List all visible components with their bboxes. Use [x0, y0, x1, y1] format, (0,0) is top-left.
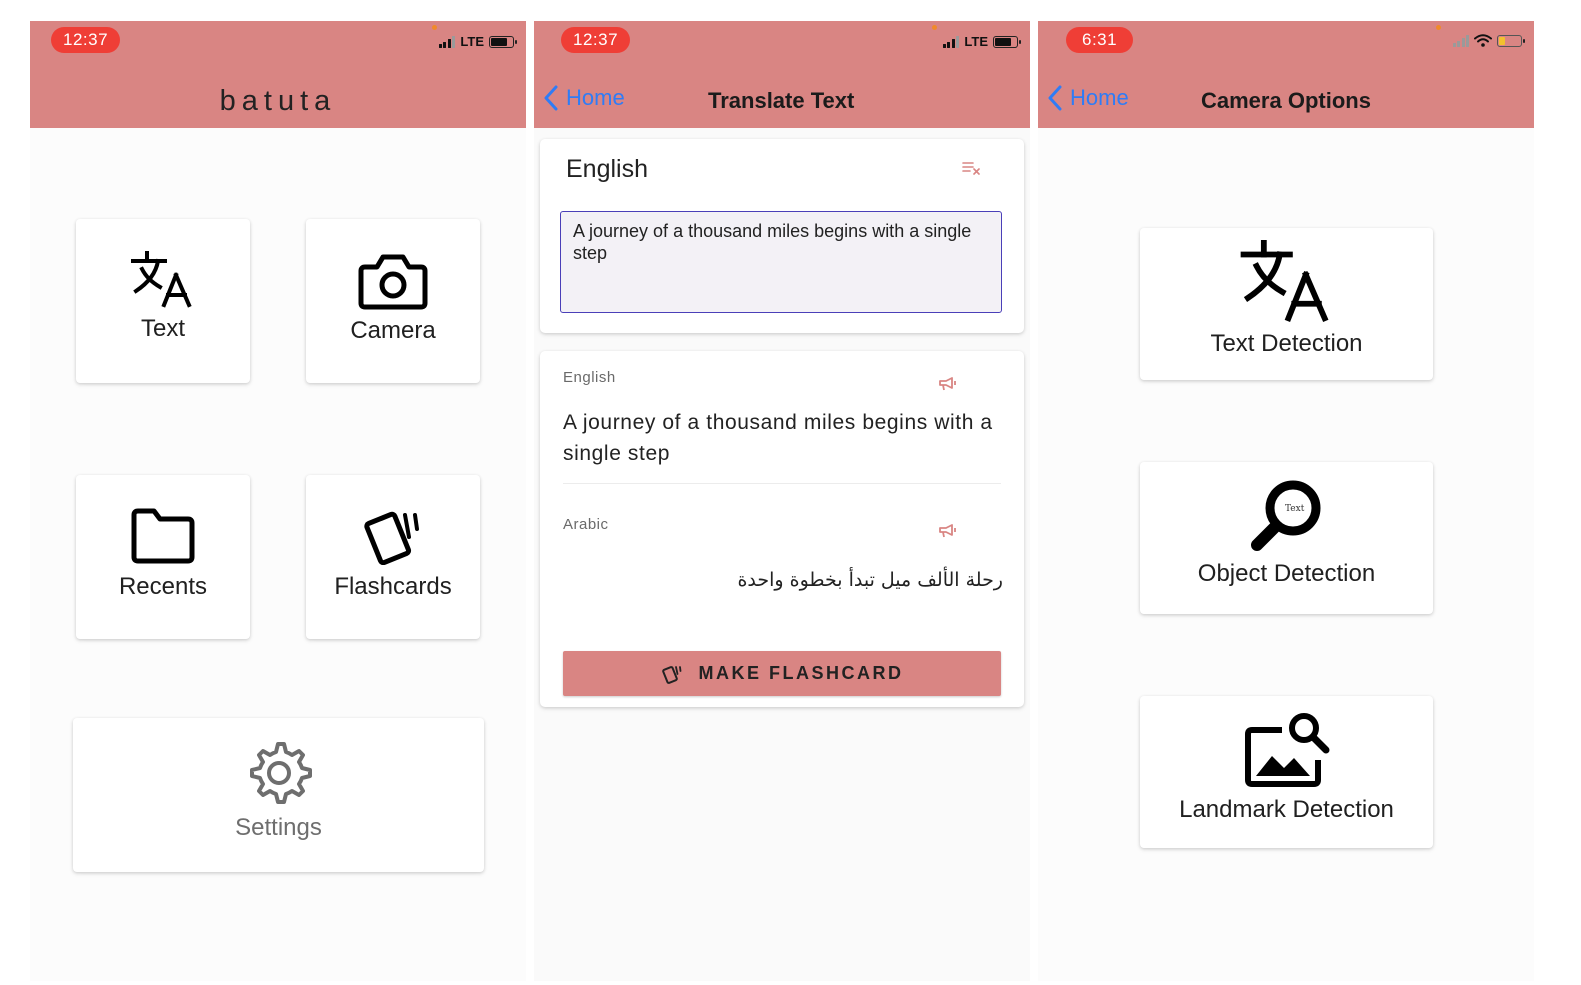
back-label: Home	[1070, 85, 1129, 110]
status-indicators	[1452, 34, 1525, 47]
wifi-icon	[1474, 34, 1492, 47]
object-detection-label: Object Detection	[1197, 560, 1376, 587]
speaker-icon[interactable]	[938, 377, 958, 391]
camera-options-screen: 6:31 Home Camera Options Text Detection …	[1038, 21, 1534, 981]
recents-tile-label: Recents	[118, 573, 208, 600]
speaker-icon[interactable]	[938, 524, 958, 538]
text-tile[interactable]: Text	[76, 219, 250, 383]
camera-tile[interactable]: Camera	[306, 219, 480, 383]
recents-tile[interactable]: Recents	[76, 475, 250, 639]
translate-icon	[1240, 240, 1328, 323]
privacy-dot	[1436, 25, 1441, 30]
source-language-label: English	[563, 369, 616, 386]
privacy-dot	[432, 25, 437, 30]
flashcards-icon	[364, 511, 419, 565]
make-flashcard-label: MAKE FLASHCARD	[698, 663, 904, 683]
folder-icon	[131, 508, 195, 564]
status-indicators: LTE	[942, 34, 1021, 49]
signal-icon	[1452, 34, 1469, 47]
app-header: 12:37 LTE batuta	[30, 21, 526, 128]
back-button[interactable]: Home	[544, 85, 625, 111]
gear-icon	[249, 742, 312, 804]
back-button[interactable]: Home	[1048, 85, 1129, 111]
signal-icon	[438, 35, 456, 48]
flashcards-icon	[661, 665, 681, 684]
translated-text: رحلة الألف ميل تبدأ بخطوة واحدة	[737, 569, 1003, 591]
settings-tile[interactable]: Settings	[73, 718, 484, 872]
status-time: 6:31	[1066, 27, 1134, 53]
image-search-icon	[1244, 713, 1329, 787]
magnifier-icon: Text	[1250, 480, 1320, 551]
object-detection-option[interactable]: Text Object Detection	[1140, 462, 1433, 614]
input-language[interactable]: English	[566, 155, 648, 184]
status-time: 12:37	[561, 27, 631, 53]
battery-icon	[489, 35, 517, 48]
source-text: A journey of a thousand miles begins wit…	[563, 411, 993, 465]
chevron-left-icon	[1048, 85, 1062, 111]
camera-icon	[358, 254, 428, 310]
text-detection-option[interactable]: Text Detection	[1140, 228, 1433, 380]
settings-tile-label: Settings	[235, 814, 322, 841]
flashcards-tile[interactable]: Flashcards	[306, 475, 480, 639]
network-type: LTE	[460, 34, 484, 49]
status-indicators: LTE	[438, 34, 517, 49]
home-screen: 12:37 LTE batuta Text Camera Recents Fla…	[30, 21, 526, 981]
chevron-left-icon	[544, 85, 558, 111]
source-text-input[interactable]: A journey of a thousand miles begins wit…	[560, 211, 1002, 313]
page-title: Camera Options	[1201, 88, 1371, 113]
landmark-detection-option[interactable]: Landmark Detection	[1140, 696, 1433, 848]
app-title: batuta	[219, 85, 337, 117]
flashcards-tile-label: Flashcards	[334, 573, 452, 600]
text-tile-label: Text	[140, 315, 185, 342]
translate-icon	[131, 251, 192, 308]
status-time: 12:37	[51, 27, 121, 53]
battery-low-icon	[1497, 34, 1525, 47]
privacy-dot	[932, 25, 937, 30]
divider	[563, 483, 1001, 484]
translation-card: English A journey of a thousand miles be…	[540, 351, 1024, 707]
signal-icon	[942, 35, 960, 48]
clear-text-icon[interactable]	[962, 161, 982, 175]
make-flashcard-button[interactable]: MAKE FLASHCARD	[563, 651, 1001, 696]
input-card: English A journey of a thousand miles be…	[540, 139, 1024, 333]
camera-tile-label: Camera	[350, 317, 436, 344]
page-title: Translate Text	[708, 88, 855, 113]
camera-options-header: 6:31 Home Camera Options	[1038, 21, 1534, 128]
battery-icon	[993, 35, 1021, 48]
landmark-detection-label: Landmark Detection	[1179, 796, 1394, 823]
translate-header: 12:37 LTE Home Translate Text	[534, 21, 1030, 128]
text-detection-label: Text Detection	[1210, 330, 1363, 357]
back-label: Home	[566, 85, 625, 110]
magnifier-icon-text: Text	[1285, 504, 1305, 514]
translate-screen: 12:37 LTE Home Translate Text English A …	[534, 21, 1030, 981]
network-type: LTE	[964, 34, 988, 49]
target-language-label: Arabic	[563, 516, 609, 533]
